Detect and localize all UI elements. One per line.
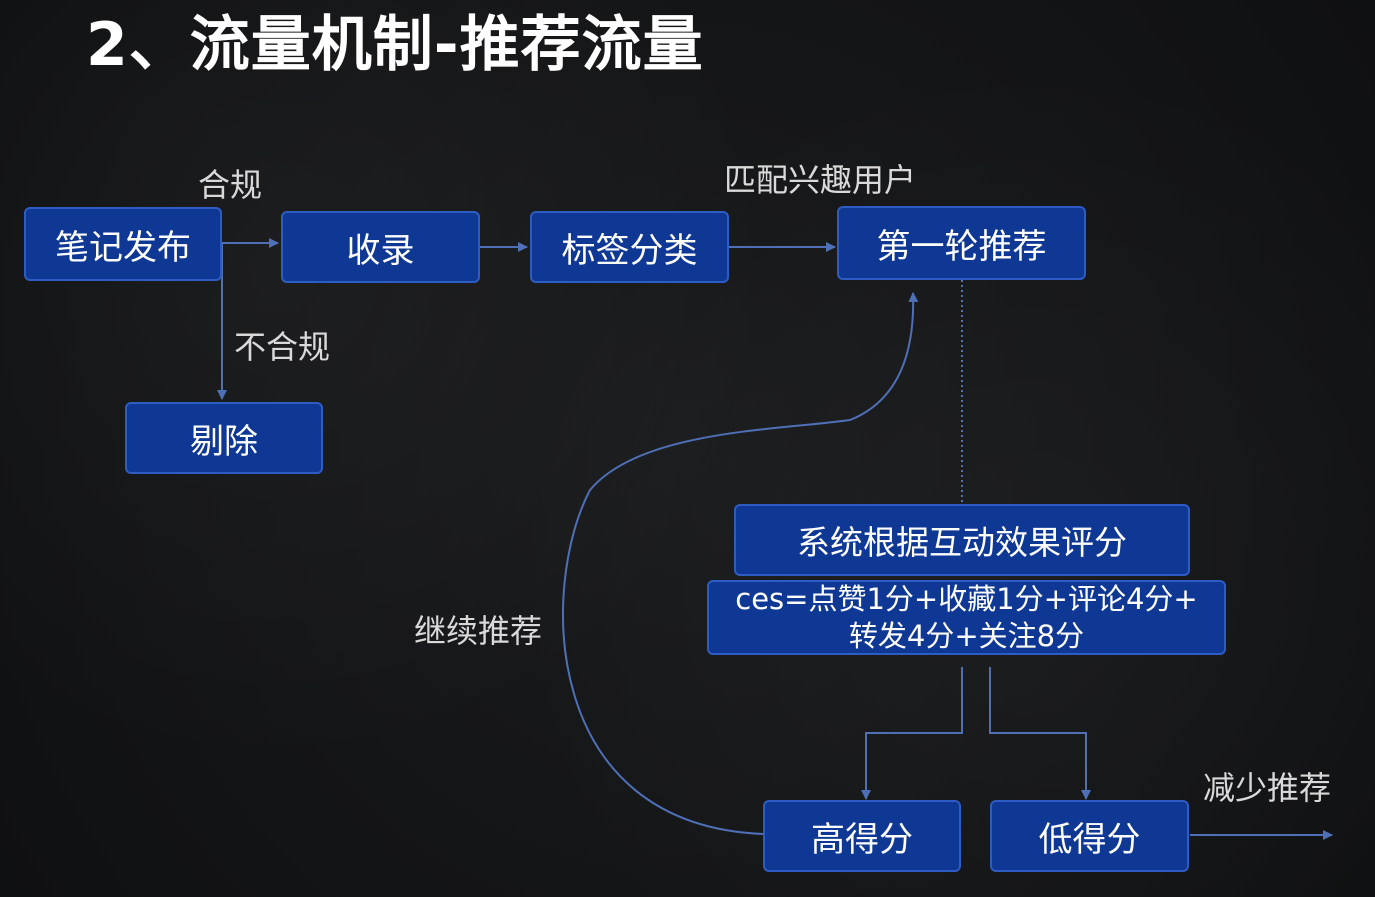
flow-slide: 2、流量机制-推荐流量 笔记发布 收录 标签分类 第一轮推荐 剔除 系统根据互动…	[0, 0, 1375, 897]
node-system-score: 系统根据互动效果评分	[734, 504, 1190, 576]
node-tag-classify: 标签分类	[530, 211, 729, 283]
node-first-round: 第一轮推荐	[837, 206, 1086, 280]
node-ces-formula: ces=点赞1分+收藏1分+评论4分+ 转发4分+关注8分	[707, 580, 1226, 655]
formula-line-2: 转发4分+关注8分	[848, 618, 1085, 653]
node-publish: 笔记发布	[24, 207, 222, 281]
label-non-compliant: 不合规	[234, 328, 331, 366]
node-high-score: 高得分	[763, 800, 961, 872]
edge-formula-to-high-score	[861, 667, 963, 800]
node-low-score: 低得分	[990, 800, 1189, 872]
formula-line-1: ces=点赞1分+收藏1分+评论4分+	[735, 581, 1198, 616]
label-continue-recommend: 继续推荐	[414, 612, 543, 650]
label-compliant: 合规	[198, 166, 263, 204]
label-match-interest-users: 匹配兴趣用户	[724, 161, 917, 199]
node-remove: 剔除	[125, 402, 323, 474]
label-reduce-recommend: 减少推荐	[1203, 769, 1332, 807]
edge-formula-to-low-score	[989, 667, 1091, 800]
node-include: 收录	[281, 211, 480, 283]
